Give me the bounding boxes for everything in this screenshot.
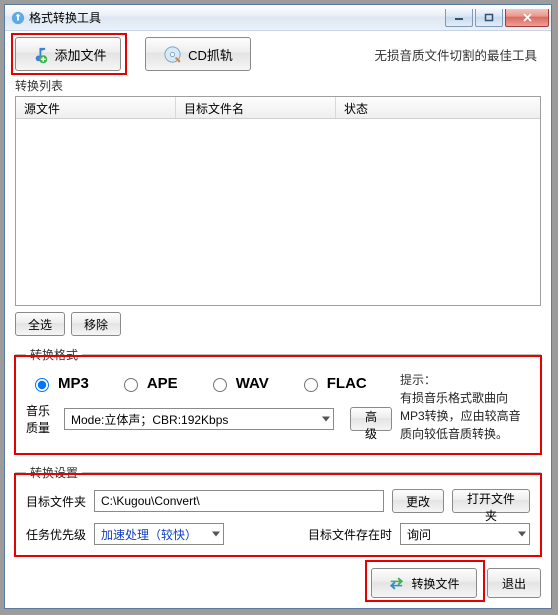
radio-flac[interactable]: FLAC	[299, 375, 367, 392]
app-window: 格式转换工具 添加文件 CD抓轨 无损音质文件切割的最佳工具 转换列表 源文件 …	[4, 4, 552, 609]
priority-combo[interactable]	[94, 523, 224, 545]
exists-combo[interactable]	[400, 523, 530, 545]
col-source[interactable]: 源文件	[16, 97, 176, 118]
slogan-text: 无损音质文件切割的最佳工具	[374, 45, 541, 64]
list-header: 源文件 目标文件名 状态	[16, 97, 540, 119]
footer: 转换文件 退出	[15, 566, 541, 598]
window-title: 格式转换工具	[29, 9, 445, 26]
convert-list-title: 转换列表	[15, 77, 541, 94]
quality-label: 音乐质量	[26, 402, 58, 436]
format-hint: 提示： 有损音乐格式歌曲向MP3转换，应由较高音质向较低音质转换。	[400, 371, 530, 443]
close-button[interactable]	[505, 9, 549, 27]
hint-body: 有损音乐格式歌曲向MP3转换，应由较高音质向较低音质转换。	[400, 391, 521, 441]
radio-wav[interactable]: WAV	[208, 375, 269, 392]
hint-title: 提示：	[400, 373, 436, 387]
list-buttons: 全选 移除	[15, 312, 541, 336]
radio-wav-input[interactable]	[213, 378, 227, 392]
music-plus-icon	[29, 45, 48, 64]
add-file-button[interactable]: 添加文件	[15, 37, 121, 71]
cd-rip-button[interactable]: CD抓轨	[145, 37, 251, 71]
client-area: 添加文件 CD抓轨 无损音质文件切割的最佳工具 转换列表 源文件 目标文件名 状…	[5, 31, 551, 608]
cd-icon	[163, 45, 182, 64]
convert-list[interactable]: 源文件 目标文件名 状态	[15, 96, 541, 306]
maximize-button[interactable]	[475, 9, 503, 27]
top-toolbar: 添加文件 CD抓轨 无损音质文件切割的最佳工具	[15, 37, 541, 71]
col-status[interactable]: 状态	[336, 97, 540, 118]
target-folder-input[interactable]	[94, 490, 384, 512]
cd-rip-label: CD抓轨	[188, 45, 233, 64]
app-icon	[11, 11, 25, 25]
change-folder-button[interactable]: 更改	[392, 489, 444, 513]
select-all-button[interactable]: 全选	[15, 312, 65, 336]
open-folder-button[interactable]: 打开文件夹	[452, 489, 530, 513]
add-file-label: 添加文件	[54, 45, 106, 64]
remove-button[interactable]: 移除	[71, 312, 121, 336]
radio-ape[interactable]: APE	[119, 375, 178, 392]
settings-group: 转换设置 目标文件夹 更改 打开文件夹 任务优先级 目标文件存在时	[15, 464, 541, 556]
exit-button[interactable]: 退出	[487, 568, 541, 598]
convert-icon	[388, 575, 405, 592]
priority-label: 任务优先级	[26, 526, 86, 543]
radio-mp3-input[interactable]	[35, 378, 49, 392]
titlebar: 格式转换工具	[5, 5, 551, 31]
convert-label: 转换文件	[411, 575, 459, 592]
format-radios: MP3 APE WAV FLAC	[26, 371, 392, 402]
window-controls	[445, 9, 549, 27]
radio-flac-input[interactable]	[304, 378, 318, 392]
target-folder-label: 目标文件夹	[26, 493, 86, 510]
radio-ape-input[interactable]	[124, 378, 138, 392]
format-legend: 转换格式	[26, 346, 82, 363]
exists-label: 目标文件存在时	[308, 526, 392, 543]
minimize-button[interactable]	[445, 9, 473, 27]
format-group: 转换格式 MP3 APE WAV FLAC 音乐质量 高级	[15, 346, 541, 454]
convert-button[interactable]: 转换文件	[371, 568, 477, 598]
radio-mp3[interactable]: MP3	[30, 375, 89, 392]
col-target[interactable]: 目标文件名	[176, 97, 336, 118]
advanced-button[interactable]: 高级	[350, 407, 392, 431]
quality-combo[interactable]	[64, 408, 334, 430]
settings-legend: 转换设置	[26, 464, 82, 481]
